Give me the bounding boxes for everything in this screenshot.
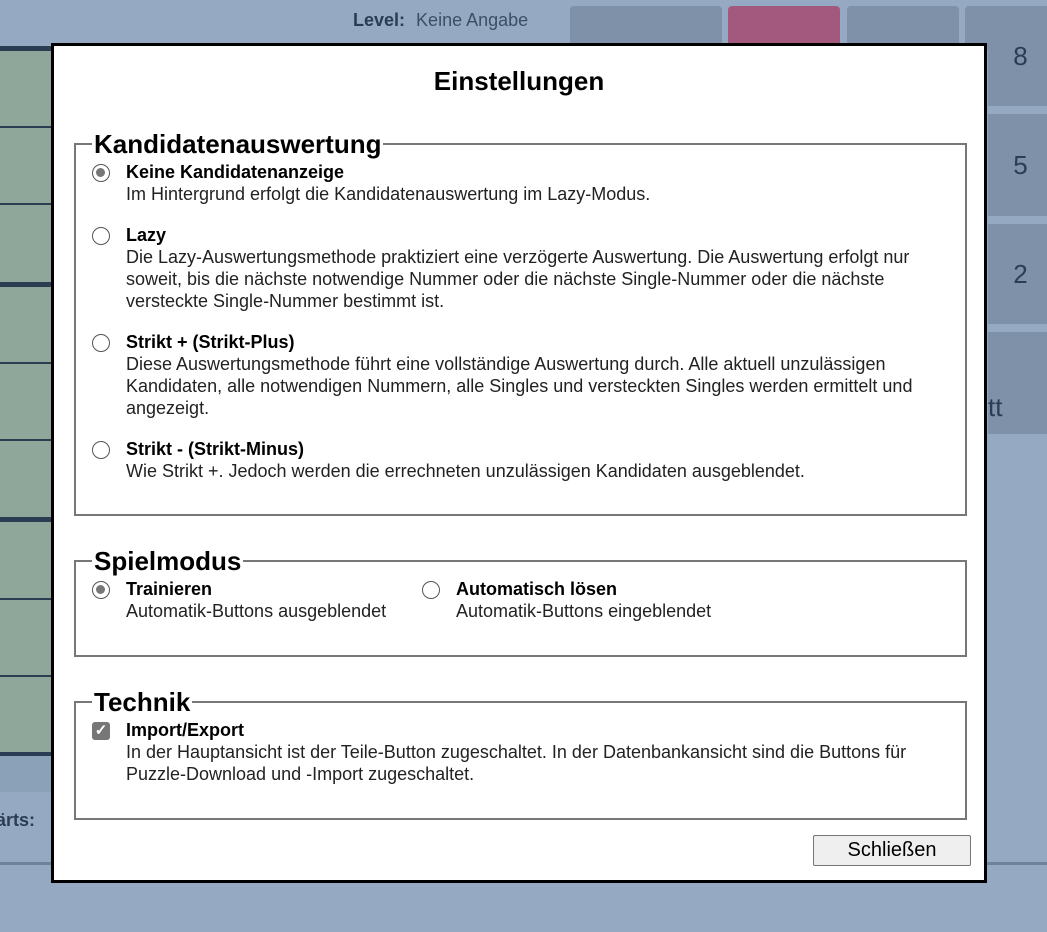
option-description: Im Hintergrund erfolgt die Kandidatenaus…: [126, 184, 651, 204]
checkbox-import-export[interactable]: ✓: [92, 722, 110, 740]
radio-strikt-minus[interactable]: [92, 441, 110, 459]
level-label: Level:: [353, 10, 406, 30]
option-keine-kandidatenanzeige[interactable]: Keine Kandidatenanzeige Im Hintergrund e…: [76, 161, 965, 205]
bg-right-button[interactable]: tt: [988, 332, 1047, 434]
option-title: Keine Kandidatenanzeige: [126, 162, 345, 182]
option-description: In der Hauptansicht ist der Teile-Button…: [126, 742, 907, 784]
number-button-2[interactable]: 2: [988, 224, 1047, 324]
fieldset-kandidatenauswertung: Kandidatenauswertung Keine Kandidatenanz…: [74, 130, 967, 516]
option-trainieren[interactable]: Trainieren Automatik-Buttons ausgeblende…: [76, 578, 406, 622]
bg-left-label: ärts:: [0, 810, 36, 830]
fieldset-technik: Technik ✓ Import/Export In der Hauptansi…: [74, 688, 967, 820]
option-import-export[interactable]: ✓ Import/Export In der Hauptansicht ist …: [76, 719, 965, 785]
sudoku-grid-partial: [0, 46, 52, 757]
radio-strikt-plus[interactable]: [92, 334, 110, 352]
option-description: Automatik-Buttons eingeblendet: [456, 601, 712, 621]
option-title: Import/Export: [126, 720, 245, 740]
level-indicator: Level: Keine Angabe: [353, 10, 528, 31]
radio-lazy[interactable]: [92, 227, 110, 245]
option-description: Wie Strikt +. Jedoch werden die errechne…: [126, 461, 805, 481]
option-description: Diese Auswertungsmethode führt eine voll…: [126, 354, 913, 418]
option-title: Lazy: [126, 225, 167, 245]
option-strikt-plus[interactable]: Strikt + (Strikt-Plus) Diese Auswertungs…: [76, 331, 965, 419]
radio-automatisch-loesen[interactable]: [422, 581, 440, 599]
legend-spielmodus: Spielmodus: [94, 546, 242, 576]
option-description: Die Lazy-Auswertungsmethode praktiziert …: [126, 247, 910, 311]
radio-trainieren[interactable]: [92, 581, 110, 599]
bg-left-strip: [0, 756, 52, 792]
option-strikt-minus[interactable]: Strikt - (Strikt-Minus) Wie Strikt +. Je…: [76, 438, 965, 482]
settings-dialog: Einstellungen Kandidatenauswertung Keine…: [51, 43, 987, 883]
close-button[interactable]: Schließen: [813, 835, 971, 866]
option-title: Strikt + (Strikt-Plus): [126, 332, 295, 352]
legend-kandidatenauswertung: Kandidatenauswertung: [94, 129, 382, 159]
fieldset-spielmodus: Spielmodus Trainieren Automatik-Buttons …: [74, 547, 967, 657]
option-title: Automatisch lösen: [456, 579, 618, 599]
number-button-8[interactable]: 8: [988, 6, 1047, 106]
option-lazy[interactable]: Lazy Die Lazy-Auswertungsmethode praktiz…: [76, 224, 965, 312]
option-title: Strikt - (Strikt-Minus): [126, 439, 304, 459]
dialog-title: Einstellungen: [433, 66, 605, 96]
level-value: Keine Angabe: [416, 10, 529, 30]
option-title: Trainieren: [126, 579, 213, 599]
legend-technik: Technik: [94, 687, 191, 717]
option-automatisch-loesen[interactable]: Automatisch lösen Automatik-Buttons eing…: [406, 578, 711, 622]
option-description: Automatik-Buttons ausgeblendet: [126, 601, 387, 621]
radio-keine-kandidatenanzeige[interactable]: [92, 164, 110, 182]
number-button-5[interactable]: 5: [988, 114, 1047, 216]
